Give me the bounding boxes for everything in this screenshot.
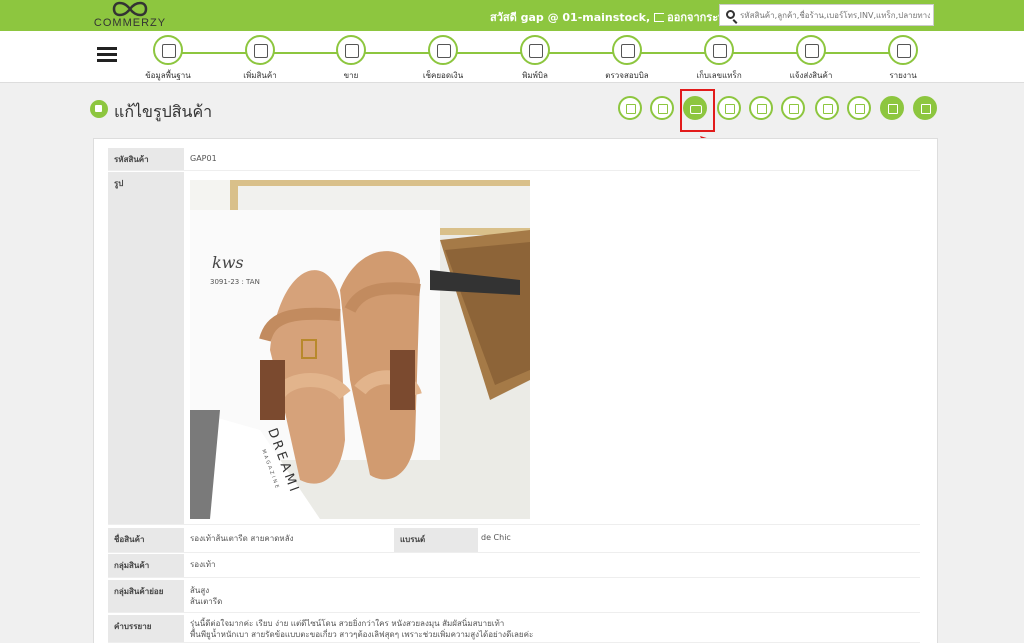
- nav-item-print-bill[interactable]: พิมพ์บิล: [490, 35, 580, 81]
- cash-register-icon: [336, 35, 366, 65]
- checklist-icon[interactable]: [847, 96, 871, 120]
- label-product-code: รหัสสินค้า: [108, 148, 184, 170]
- page-title: แก้ไขรูปสินค้า: [114, 102, 213, 121]
- arrow-up-icon[interactable]: [913, 96, 937, 120]
- nav-item-add-product[interactable]: เพิ่มสินค้า: [215, 35, 305, 81]
- value-product-name: รองเท้าส้นเตารีด สายคาดหลัง: [190, 534, 294, 543]
- nav-item-label: แจ้งส่งสินค้า: [789, 71, 833, 80]
- greeting-text: สวัสดี gap @ 01-mainstock,: [490, 11, 651, 24]
- nav-item-tracking[interactable]: เก็บเลขแทร็ก: [674, 35, 764, 81]
- row-product-description: คำบรรยาย รุ่นนี้ดีต่อใจมากค่ะ เรียบ ง่าย…: [108, 615, 920, 643]
- photo-model-text: 3091-23 : TAN: [210, 278, 260, 286]
- nav-item-shipping[interactable]: แจ้งส่งสินค้า: [766, 35, 856, 81]
- facebook-icon[interactable]: [880, 96, 904, 120]
- document-icon[interactable]: [618, 96, 642, 120]
- bill-check-icon: [612, 35, 642, 65]
- undo-icon[interactable]: [781, 96, 805, 120]
- nav-item-label: รายงาน: [889, 71, 917, 80]
- label-product-group: กลุ่มสินค้า: [108, 554, 184, 577]
- truck-icon: [796, 35, 826, 65]
- nav-item-label: เช็คยอดเงิน: [422, 71, 464, 80]
- row-product-name: ชื่อสินค้า รองเท้าส้นเตารีด สายคาดหลัง แ…: [108, 528, 920, 553]
- money-check-icon: [428, 35, 458, 65]
- top-bar: COMMERZY สวัสดี gap @ 01-mainstock, ออกจา…: [0, 0, 1024, 31]
- label-product-name: ชื่อสินค้า: [108, 528, 184, 552]
- search-icon[interactable]: [726, 10, 735, 19]
- nav-item-check-bill[interactable]: ตรวจสอบบิล: [582, 35, 672, 81]
- photo-brand-mark: kws: [212, 253, 244, 272]
- label-product-subgroup: กลุ่มสินค้าย่อย: [108, 580, 184, 612]
- nav-item-label: เก็บเลขแทร็ก: [696, 71, 742, 80]
- label-product-description: คำบรรยาย: [108, 615, 184, 642]
- user-greeting: สวัสดี gap @ 01-mainstock, ออกจากระบบ: [490, 8, 732, 26]
- search-input[interactable]: [740, 7, 930, 23]
- infinity-logo-icon: [112, 1, 148, 17]
- annotation-highlight-box: [680, 89, 715, 132]
- box-icon: [245, 35, 275, 65]
- nav-item-label: ตรวจสอบบิล: [605, 71, 649, 80]
- main-nav: ข้อมูลพื้นฐาน เพิ่มสินค้า ขาย เช็คยอดเงิ…: [0, 31, 1024, 83]
- value-product-group: รองเท้า: [190, 560, 216, 569]
- row-product-subgroup: กลุ่มสินค้าย่อย ส้นสูง ส้นเตารีด: [108, 580, 920, 613]
- value-product-subgroup: ส้นสูง ส้นเตารีด: [190, 586, 223, 606]
- product-photo: kws 3091-23 : TAN DREAMI MAGAZINE: [190, 180, 530, 519]
- row-product-code: รหัสสินค้า GAP01: [108, 148, 920, 171]
- value-brand: de Chic: [481, 533, 511, 542]
- page-header: แก้ไขรูปสินค้า: [90, 96, 940, 126]
- tracking-icon: [704, 35, 734, 65]
- add-image-icon[interactable]: [749, 96, 773, 120]
- nav-item-label: ข้อมูลพื้นฐาน: [145, 71, 191, 80]
- label-brand: แบรนด์: [394, 528, 478, 552]
- label-product-image: รูป: [108, 172, 184, 524]
- value-product-description: รุ่นนี้ดีต่อใจมากค่ะ เรียบ ง่าย แต่ดีไซน…: [190, 619, 534, 639]
- nav-item-sell[interactable]: ขาย: [306, 35, 396, 81]
- nav-item-label: ขาย: [343, 71, 359, 80]
- nav-item-check-payment[interactable]: เช็คยอดเงิน: [398, 35, 488, 81]
- row-product-group: กลุ่มสินค้า รองเท้า: [108, 554, 920, 578]
- value-product-code: GAP01: [190, 154, 217, 163]
- nav-item-report[interactable]: รายงาน: [858, 35, 948, 81]
- nav-item-label: พิมพ์บิล: [522, 71, 548, 80]
- logout-icon[interactable]: [654, 13, 665, 22]
- cube-icon: [90, 100, 108, 118]
- nav-item-label: เพิ่มสินค้า: [243, 71, 277, 80]
- commerzy-logo[interactable]: COMMERZY: [88, 0, 172, 31]
- logo-text: COMMERZY: [93, 17, 167, 29]
- nav-item-basic-data[interactable]: ข้อมูลพื้นฐาน: [123, 35, 213, 81]
- database-icon: [153, 35, 183, 65]
- pencil-icon[interactable]: [650, 96, 674, 120]
- report-icon: [888, 35, 918, 65]
- printer-icon: [520, 35, 550, 65]
- sandals-photo-image: kws 3091-23 : TAN DREAMI MAGAZINE: [190, 180, 530, 519]
- search-box: [719, 4, 934, 26]
- barcode-icon[interactable]: [717, 96, 741, 120]
- copy-icon[interactable]: [815, 96, 839, 120]
- hamburger-menu-icon[interactable]: [97, 47, 117, 63]
